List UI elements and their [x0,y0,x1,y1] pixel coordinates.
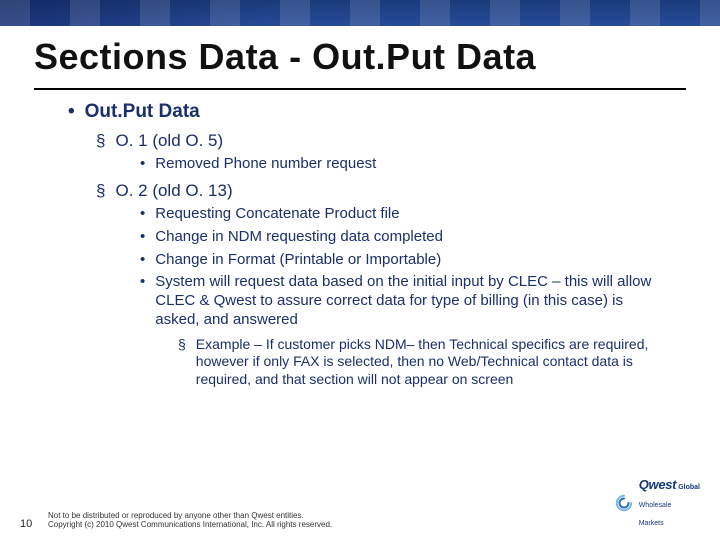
bullet-dot-icon: • [68,101,75,122]
bullet-square-icon: § [178,336,186,389]
copyright: Not to be distributed or reproduced by a… [48,511,615,530]
sec1-title: O. 1 (old O. 5) [115,131,223,150]
copyright-line1: Not to be distributed or reproduced by a… [48,511,615,521]
bullet-dot-icon: • [140,155,145,174]
bullet-level3: • Requesting Concatenate Product file [140,205,668,224]
slide-content: • Out.Put Data § O. 1 (old O. 5) • Removed … [0,100,720,388]
bullet-level2: § O. 1 (old O. 5) [96,130,668,151]
bullet-dot-icon: • [140,228,145,247]
bullet-dot-icon: • [140,205,145,224]
sec2-title: O. 2 (old O. 13) [115,181,232,200]
bullet-dot-icon: • [140,251,145,270]
top-banner [0,0,720,26]
slide-title: Sections Data - Out.Put Data [0,26,720,84]
brand-name: Qwest [639,477,677,492]
bullet-level3: • Change in NDM requesting data completed [140,228,668,247]
bullet-level2: § O. 2 (old O. 13) [96,180,668,201]
bullet-level1: • Out.Put Data [68,100,668,124]
bullet-level3: • Change in Format (Printable or Importab… [140,251,668,270]
bullet-level3: •System will request data based on the i… [140,273,668,329]
sec2-item: Requesting Concatenate Product file [155,205,399,224]
copyright-line2: Copyright (c) 2010 Qwest Communications … [48,520,615,530]
sec2-item: Change in NDM requesting data completed [155,228,443,247]
brand-text-block: QwestGlobalWholesaleMarkets [639,476,700,530]
bullet-level4: §Example – If customer picks NDM– then T… [178,336,668,389]
sec2-item: Change in Format (Printable or Importabl… [155,251,441,270]
brand-logo: QwestGlobalWholesaleMarkets [615,476,700,530]
bullet-dot-icon: • [140,273,145,329]
slide: Sections Data - Out.Put Data • Out.Put Da… [0,0,720,540]
bullet-square-icon: § [96,181,105,200]
sec2-example: Example – If customer picks NDM– then Te… [196,336,668,389]
page-number: 10 [20,518,48,530]
bullet-level3: • Removed Phone number request [140,155,668,174]
qwest-swirl-icon [615,494,633,512]
sec2-item: System will request data based on the in… [155,273,668,329]
footer: 10 Not to be distributed or reproduced b… [0,476,720,530]
heading-text: Out.Put Data [85,101,200,122]
bullet-square-icon: § [96,131,105,150]
sec1-item: Removed Phone number request [155,155,376,174]
title-rule [34,88,686,90]
